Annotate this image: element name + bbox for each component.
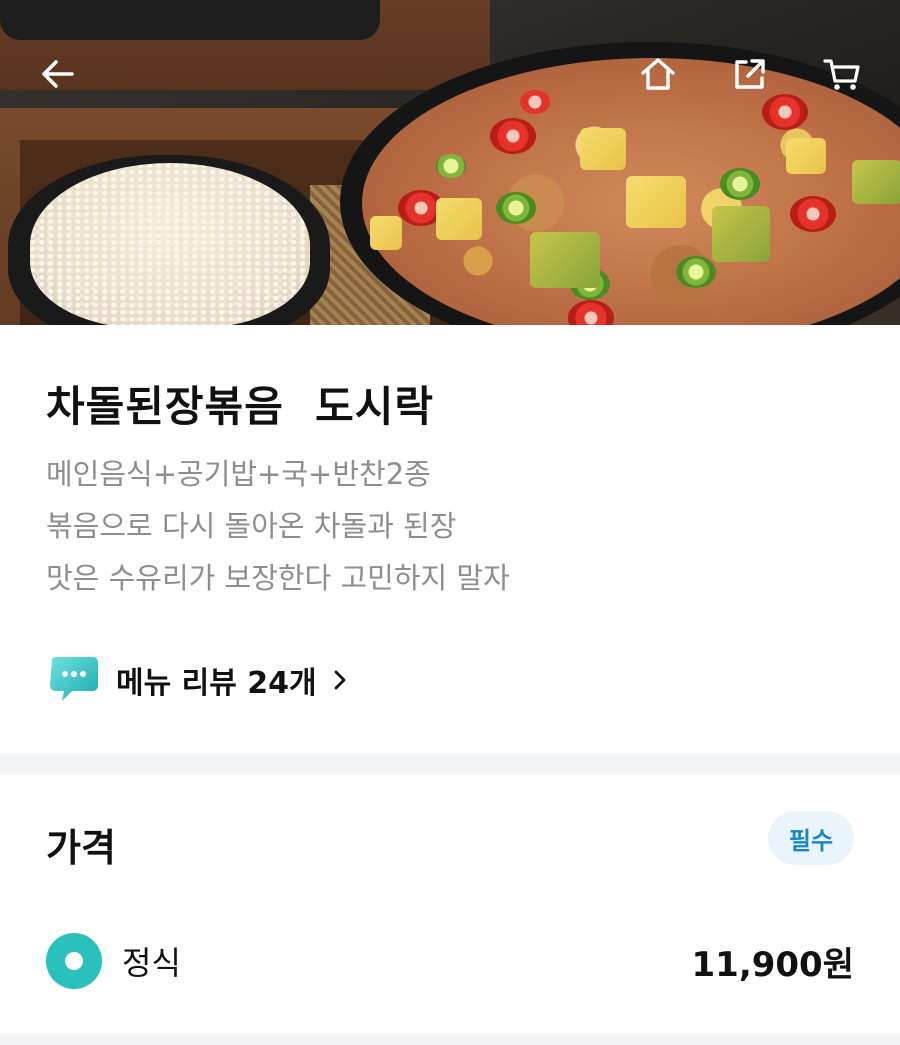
- chevron-right-icon: [334, 670, 346, 690]
- share-button[interactable]: [720, 44, 780, 104]
- cart-icon: [823, 59, 860, 90]
- cart-button[interactable]: [812, 44, 872, 104]
- section-divider: [0, 753, 900, 775]
- hero-potato-cube: [786, 138, 826, 174]
- section-divider: [0, 1033, 900, 1045]
- menu-hero-image: [0, 0, 900, 325]
- home-button[interactable]: [628, 44, 688, 104]
- price-section: 가격 필수 정식 11,900원: [0, 775, 900, 1033]
- hero-scallion-slice: [436, 154, 466, 178]
- chat-bubble-icon: [50, 657, 98, 701]
- radio-selected-icon[interactable]: [46, 933, 102, 989]
- menu-description-line: 볶음으로 다시 돌아온 차돌과 된장: [46, 509, 457, 543]
- menu-review-label: 메뉴 리뷰 24개: [116, 666, 317, 701]
- hero-zucchini-cube: [712, 206, 770, 262]
- hero-zucchini-cube: [852, 160, 900, 204]
- back-arrow-icon: [42, 60, 74, 88]
- hero-potato-cube: [626, 176, 686, 228]
- price-section-title: 가격: [46, 826, 116, 870]
- hero-potato-cube: [580, 128, 626, 170]
- hero-zucchini-cube: [530, 232, 600, 288]
- price-option-price: 11,900원: [691, 944, 854, 985]
- menu-description-line: 메인음식+공기밥+국+반찬2종: [46, 457, 431, 491]
- hero-chili-slice: [490, 118, 536, 154]
- hero-scallion-slice: [720, 168, 760, 200]
- menu-description-line: 맛은 수유리가 보장한다 고민하지 말자: [46, 561, 510, 595]
- price-option[interactable]: 정식 11,900원: [46, 931, 854, 991]
- price-option-label: 정식: [122, 944, 181, 982]
- back-button[interactable]: [28, 44, 88, 104]
- hero-chili-slice: [790, 196, 836, 232]
- hero-potato-cube: [436, 198, 482, 240]
- required-badge: 필수: [768, 811, 854, 865]
- menu-review-link[interactable]: 메뉴 리뷰 24개: [46, 655, 349, 705]
- home-icon: [641, 58, 675, 90]
- menu-title: 차돌된장볶음 도시락: [46, 382, 435, 431]
- hero-chili-slice: [520, 90, 550, 114]
- hero-rice: [30, 163, 310, 325]
- share-icon: [735, 59, 765, 89]
- hero-scallion-slice: [676, 256, 716, 288]
- hero-scallion-slice: [496, 192, 536, 224]
- hero-potato-cube: [370, 216, 402, 250]
- menu-info-section: 차돌된장볶음 도시락 메인음식+공기밥+국+반찬2종 볶음으로 다시 돌아온 차…: [0, 325, 900, 753]
- hero-back-dish: [0, 0, 380, 40]
